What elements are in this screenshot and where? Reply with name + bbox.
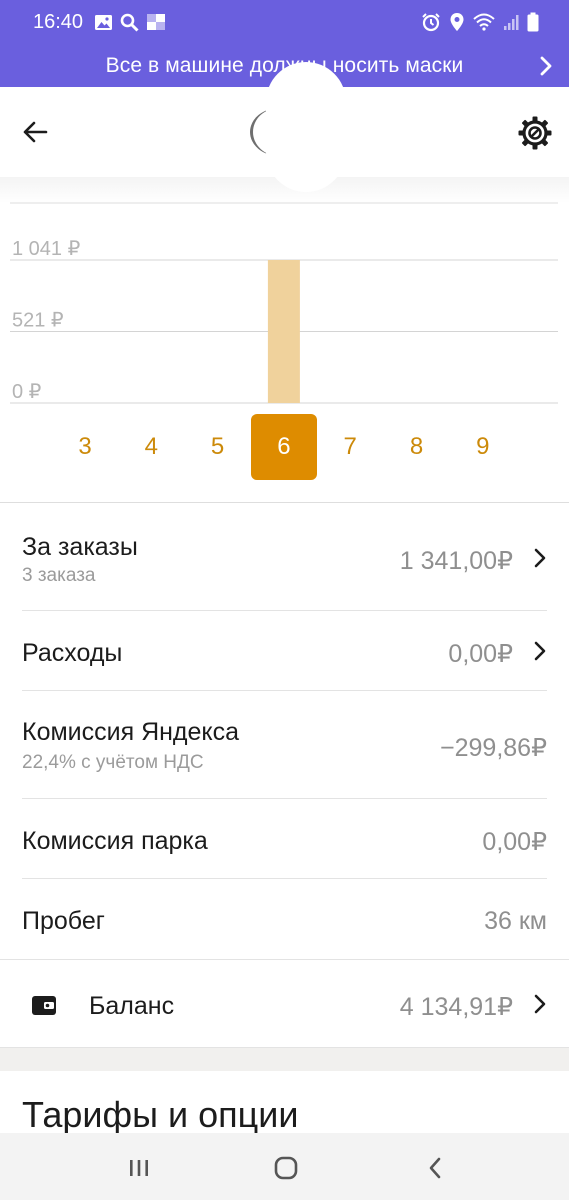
day-8[interactable]: 8 [384, 414, 450, 480]
settings-button[interactable] [515, 113, 555, 153]
wallet-icon [32, 996, 56, 1015]
back-button[interactable] [18, 115, 52, 149]
status-time: 16:40 [33, 11, 84, 33]
row-subtitle: 22,4% с учётом НДС [22, 752, 204, 773]
location-icon [450, 13, 464, 31]
wifi-icon [473, 13, 495, 31]
row-park-commission: Комиссия парка 0,00₽ [22, 799, 547, 879]
day-6[interactable]: 6 [250, 414, 317, 480]
status-bar: 16:40 [0, 0, 569, 44]
row-value: 0,00₽ [448, 640, 513, 668]
row-balance[interactable]: Баланс 4 134,91₽ [0, 959, 569, 1049]
battery-icon [527, 12, 539, 32]
day-4[interactable]: 4 [118, 414, 184, 480]
day-selector: 3456789 [0, 414, 569, 480]
signal-icon [504, 15, 519, 30]
row-value: 36 км [484, 907, 547, 935]
day-5[interactable]: 5 [185, 414, 251, 480]
row-title: Расходы [22, 639, 123, 667]
home-icon [274, 1156, 298, 1180]
system-nav-bar [0, 1133, 569, 1200]
day-3[interactable]: 3 [52, 414, 118, 480]
gear-icon [518, 116, 552, 150]
row-subtitle: 3 заказа [22, 565, 96, 586]
section-divider [0, 1047, 569, 1071]
avatar-overlay [266, 62, 346, 192]
day-7[interactable]: 7 [317, 414, 383, 480]
balance-value: 4 134,91₽ [399, 993, 513, 1021]
search-icon [120, 13, 139, 32]
row-title: Комиссия парка [22, 827, 208, 855]
recent-apps-icon [130, 1160, 148, 1176]
earnings-list: За заказы 3 заказа 1 341,00₽ Расходы 0,0… [0, 502, 569, 1049]
row-value: −299,86₽ [440, 734, 547, 762]
row-title: За заказы [22, 533, 138, 561]
tariffs-title: Тарифы и опции [22, 1094, 299, 1135]
row-value: 1 341,00₽ [399, 547, 513, 575]
row-title: Пробег [22, 907, 105, 935]
row-value: 0,00₽ [482, 828, 547, 856]
chart-y-tick-label: 521 ₽ [12, 310, 64, 332]
earnings-chart: 1 041 ₽ 521 ₽ 0 ₽ 3456789 [0, 177, 569, 502]
row-orders[interactable]: За заказы 3 заказа 1 341,00₽ [22, 503, 547, 611]
row-expenses[interactable]: Расходы 0,00₽ [22, 611, 547, 691]
recent-apps-button[interactable] [124, 1153, 154, 1183]
chart-bar[interactable] [267, 260, 300, 403]
chevron-right-icon [534, 548, 546, 568]
row-yandex-commission: Комиссия Яндекса 22,4% с учётом НДС −299… [22, 691, 547, 799]
balance-title: Баланс [89, 992, 175, 1020]
row-mileage: Пробег 36 км [22, 879, 547, 959]
home-button[interactable] [271, 1153, 301, 1183]
chevron-right-icon [540, 56, 552, 76]
chart-y-tick-label: 0 ₽ [12, 381, 42, 403]
status-left-icons [94, 12, 166, 32]
status-right-icons [421, 12, 539, 32]
arrow-left-icon [23, 121, 48, 143]
alarm-icon [422, 13, 440, 32]
chevron-right-icon [534, 641, 546, 661]
row-title: Комиссия Яндекса [22, 718, 240, 746]
day-9[interactable]: 9 [450, 414, 516, 480]
chevron-right-icon [534, 994, 546, 1014]
back-icon [429, 1157, 441, 1179]
chart-svg: 1 041 ₽ 521 ₽ 0 ₽ [10, 202, 558, 404]
chart-y-tick-label: 1 041 ₽ [12, 238, 81, 260]
image-icon [95, 14, 112, 30]
app-icon [147, 14, 165, 30]
back-nav-button[interactable] [420, 1153, 450, 1183]
